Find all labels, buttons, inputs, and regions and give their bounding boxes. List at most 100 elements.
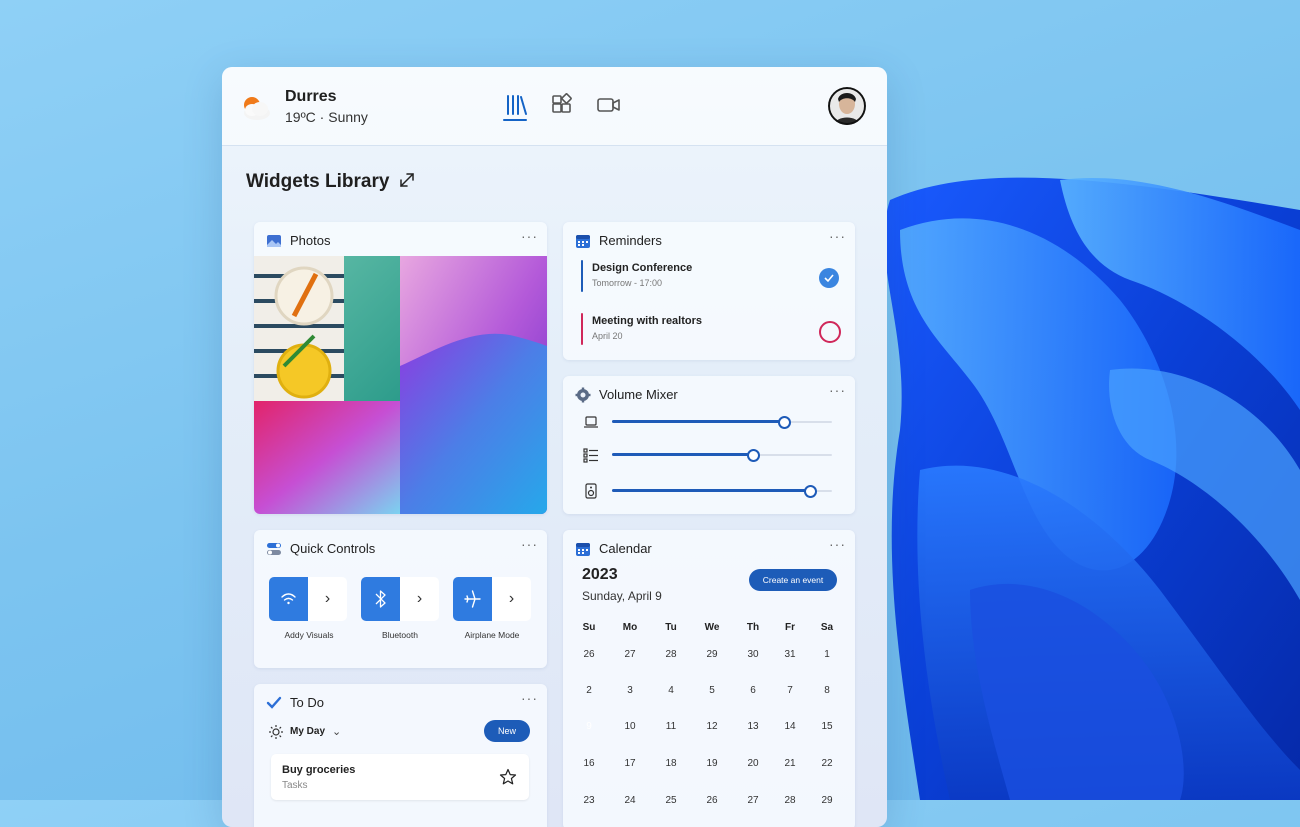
calendar-day[interactable]: 21: [775, 751, 805, 777]
volume-row: [563, 412, 855, 432]
calendar-day[interactable]: 27: [738, 788, 768, 814]
calendar-widget[interactable]: Calendar ··· 2023 Sunday, April 9 Create…: [563, 530, 855, 827]
calendar-year: 2023: [582, 566, 618, 583]
reminder-item[interactable]: Meeting with realtors April 20: [581, 313, 841, 347]
reminder-item[interactable]: Design Conference Tomorrow - 17:00: [581, 260, 841, 294]
calendar-day[interactable]: 31: [775, 642, 805, 668]
user-avatar[interactable]: [828, 87, 866, 125]
calendar-day[interactable]: 5: [697, 678, 727, 704]
calendar-day[interactable]: 28: [656, 642, 686, 668]
reminders-more-icon[interactable]: ···: [829, 229, 847, 245]
volume-thumb[interactable]: [777, 416, 791, 429]
chevron-right-icon[interactable]: ›: [400, 577, 439, 621]
widgets-icon[interactable]: [549, 93, 575, 117]
weekday-label: Sa: [820, 622, 834, 633]
volume-fill: [612, 453, 753, 456]
star-icon[interactable]: [499, 768, 517, 786]
calendar-day[interactable]: 29: [812, 788, 842, 814]
list-icon: [583, 447, 599, 463]
calendar-day[interactable]: 14: [775, 714, 805, 740]
calendar-icon: [575, 233, 591, 249]
volume-thumb[interactable]: [746, 449, 760, 462]
bluetooth-icon[interactable]: [361, 577, 400, 621]
calendar-date: Sunday, April 9: [582, 589, 662, 603]
calendar-day[interactable]: 11: [656, 714, 686, 740]
video-icon[interactable]: [595, 93, 621, 117]
calendar-day[interactable]: 2: [574, 678, 604, 704]
wifi-control[interactable]: ›: [269, 577, 347, 623]
unchecked-circle-icon[interactable]: [819, 321, 841, 343]
partly-sunny-icon: [238, 93, 274, 123]
photos-widget[interactable]: Photos ···: [254, 222, 547, 514]
calendar-day[interactable]: 1: [812, 642, 842, 668]
calendar-day[interactable]: 28: [775, 788, 805, 814]
laptop-icon: [583, 414, 599, 430]
todo-widget[interactable]: To Do ··· My Day ⌄ New Buy groceries Tas…: [254, 684, 547, 827]
volume-slider[interactable]: [612, 416, 832, 429]
volume-fill: [612, 489, 810, 492]
weekday-label: Th: [746, 622, 760, 633]
photos-grid[interactable]: [254, 256, 547, 514]
checked-circle-icon[interactable]: [819, 268, 839, 288]
calendar-day[interactable]: 19: [697, 751, 727, 777]
calendar-day[interactable]: 18: [656, 751, 686, 777]
volume-thumb[interactable]: [804, 485, 817, 498]
volume-slider[interactable]: [612, 485, 832, 498]
weekday-label: Su: [582, 622, 596, 633]
chevron-down-icon: ⌄: [332, 726, 342, 738]
todo-more-icon[interactable]: ···: [521, 691, 539, 707]
library-icon[interactable]: [504, 93, 530, 117]
todo-item[interactable]: Buy groceries Tasks: [271, 754, 529, 800]
city-name: Durres: [285, 88, 337, 105]
quick-controls-widget[interactable]: Quick Controls ··· › Addy Visuals › Blue…: [254, 530, 547, 668]
quick-control-label: Bluetooth: [382, 630, 418, 640]
calendar-day[interactable]: 27: [615, 642, 645, 668]
calendar-day[interactable]: 15: [812, 714, 842, 740]
reminder-color-bar: [581, 260, 583, 292]
create-event-button[interactable]: Create an event: [749, 569, 837, 591]
volume-slider[interactable]: [612, 449, 832, 462]
calendar-day-selected[interactable]: 9: [574, 714, 604, 740]
calendar-day[interactable]: 8: [812, 678, 842, 704]
calendar-day[interactable]: 10: [615, 714, 645, 740]
reminders-widget[interactable]: Reminders ··· Design Conference Tomorrow…: [563, 222, 855, 360]
volume-fill: [612, 420, 784, 423]
calendar-day[interactable]: 4: [656, 678, 686, 704]
calendar-day[interactable]: 7: [775, 678, 805, 704]
expand-icon[interactable]: [398, 171, 416, 189]
calendar-day[interactable]: 23: [574, 788, 604, 814]
calendar-day[interactable]: 13: [738, 714, 768, 740]
check-icon: [266, 695, 282, 711]
gear-icon: [575, 387, 591, 403]
calendar-day[interactable]: 26: [574, 642, 604, 668]
wifi-icon[interactable]: [269, 577, 308, 621]
calendar-day[interactable]: 12: [697, 714, 727, 740]
calendar-day[interactable]: 22: [812, 751, 842, 777]
calendar-day[interactable]: 20: [738, 751, 768, 777]
widgets-panel: Durres 19ºC · Sunny Widgets Library Phot…: [222, 67, 887, 827]
bluetooth-control[interactable]: ›: [361, 577, 439, 623]
calendar-day[interactable]: 17: [615, 751, 645, 777]
volume-more-icon[interactable]: ···: [829, 383, 847, 399]
calendar-day[interactable]: 26: [697, 788, 727, 814]
weekday-label: We: [704, 622, 720, 633]
calendar-day[interactable]: 24: [615, 788, 645, 814]
active-tab-indicator: [503, 119, 527, 121]
chevron-right-icon[interactable]: ›: [308, 577, 347, 621]
volume-mixer-widget[interactable]: Volume Mixer ···: [563, 376, 855, 514]
airplane-icon[interactable]: [453, 577, 492, 621]
chevron-right-icon[interactable]: ›: [492, 577, 531, 621]
calendar-more-icon[interactable]: ···: [829, 537, 847, 553]
photos-more-icon[interactable]: ···: [521, 229, 539, 245]
todo-title: To Do: [290, 695, 324, 710]
calendar-day[interactable]: 16: [574, 751, 604, 777]
calendar-day[interactable]: 3: [615, 678, 645, 704]
quick-controls-more-icon[interactable]: ···: [521, 537, 539, 553]
new-task-button[interactable]: New: [484, 720, 530, 742]
sun-icon: [268, 724, 284, 740]
airplane-control[interactable]: ›: [453, 577, 531, 623]
calendar-day[interactable]: 25: [656, 788, 686, 814]
calendar-day[interactable]: 30: [738, 642, 768, 668]
calendar-day[interactable]: 29: [697, 642, 727, 668]
calendar-day[interactable]: 6: [738, 678, 768, 704]
